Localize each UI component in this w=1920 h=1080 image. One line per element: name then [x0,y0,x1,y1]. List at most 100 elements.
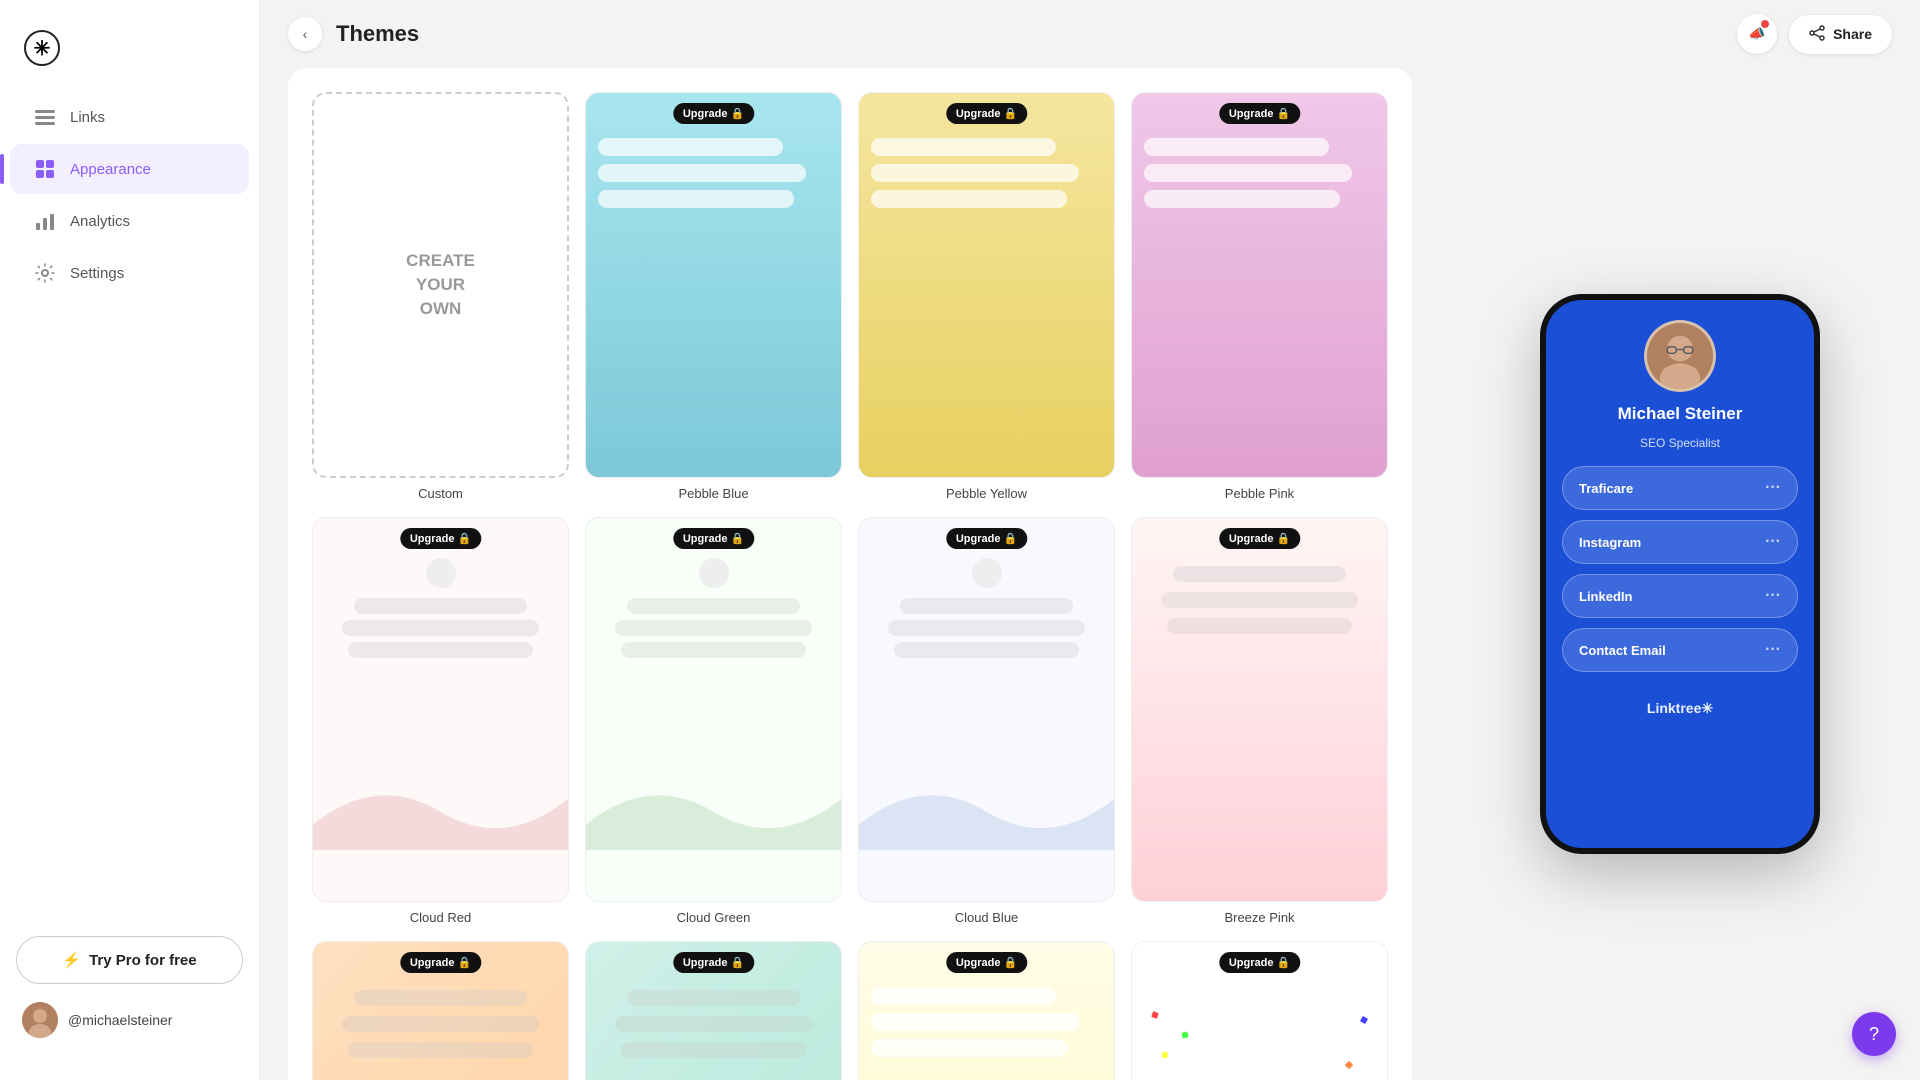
phone-link-traficare[interactable]: Traficare ··· [1562,466,1798,510]
share-label: Share [1833,26,1872,42]
theme-name-breeze-pink: Breeze Pink [1224,910,1294,925]
upgrade-badge-pebble-blue: Upgrade 🔒 [673,103,754,124]
upgrade-badge-cloud-red: Upgrade 🔒 [400,528,481,549]
phone-avatar [1644,320,1716,392]
help-icon: ? [1869,1024,1879,1045]
topbar-right: 📣 Share [1737,14,1892,54]
username-label: @michaelsteiner [68,1012,172,1028]
theme-preview-cloud-green: Upgrade 🔒 [585,517,842,903]
theme-card-breeze-pink[interactable]: Upgrade 🔒 Breeze Pink [1131,517,1388,926]
upgrade-badge-rainbow: Upgrade 🔒 [946,952,1027,973]
topbar: ‹ Themes 📣 Share [260,0,1920,68]
sidebar-nav: Links Appearance [0,90,259,920]
theme-card-rainbow[interactable]: Upgrade 🔒 Rainbow [858,941,1115,1080]
sidebar-label-analytics: Analytics [70,213,130,230]
sidebar-item-appearance[interactable]: Appearance [10,144,249,194]
sidebar-item-settings[interactable]: Settings [10,248,249,298]
theme-card-breeze-orange[interactable]: Upgrade 🔒 Breeze Orange [312,941,569,1080]
upgrade-badge-cloud-blue: Upgrade 🔒 [946,528,1027,549]
phone-mockup: Michael Steiner SEO Specialist Traficare… [1540,294,1820,854]
themes-grid: CREATEYOUROWN Custom Upgrade 🔒 Pebb [288,68,1412,1080]
upgrade-badge-cloud-green: Upgrade 🔒 [673,528,754,549]
app-logo: ✳ [24,30,60,66]
sidebar-item-analytics[interactable]: Analytics [10,196,249,246]
phone-link-instagram[interactable]: Instagram ··· [1562,520,1798,564]
user-info: @michaelsteiner [16,996,243,1044]
theme-name-pebble-pink: Pebble Pink [1225,486,1294,501]
theme-name-pebble-yellow: Pebble Yellow [946,486,1027,501]
sidebar-label-settings: Settings [70,265,124,282]
back-button[interactable]: ‹ [288,17,322,51]
sidebar: ✳ Links Appearan [0,0,260,1080]
theme-card-cloud-blue[interactable]: Upgrade 🔒 Cloud Blu [858,517,1115,926]
theme-preview-pebble-pink: Upgrade 🔒 [1131,92,1388,478]
notification-button[interactable]: 📣 [1737,14,1777,54]
phone-footer: Linktree✳ [1647,700,1713,717]
theme-card-pebble-yellow[interactable]: Upgrade 🔒 Pebble Yellow [858,92,1115,501]
links-icon [34,106,56,128]
sidebar-label-appearance: Appearance [70,161,151,178]
phone-link-linkedin[interactable]: LinkedIn ··· [1562,574,1798,618]
theme-card-cloud-green[interactable]: Upgrade 🔒 Cloud Gre [585,517,842,926]
phone-profile-name: Michael Steiner [1618,404,1743,424]
theme-name-cloud-green: Cloud Green [677,910,751,925]
upgrade-badge-pebble-yellow: Upgrade 🔒 [946,103,1027,124]
theme-preview-rainbow: Upgrade 🔒 [858,941,1115,1080]
upgrade-badge-confetti: Upgrade 🔒 [1219,952,1300,973]
notification-dot [1761,20,1769,28]
phone-panel: Michael Steiner SEO Specialist Traficare… [1440,68,1920,1080]
link-dots-linkedin: ··· [1765,587,1781,605]
theme-name-cloud-blue: Cloud Blue [955,910,1019,925]
theme-name-cloud-red: Cloud Red [410,910,471,925]
theme-card-confetti[interactable]: Upgrade 🔒 [1131,941,1388,1080]
theme-card-breeze-green[interactable]: Upgrade 🔒 Breeze Green [585,941,842,1080]
theme-card-custom[interactable]: CREATEYOUROWN Custom [312,92,569,501]
share-icon [1809,25,1825,44]
phone-profile-subtitle: SEO Specialist [1640,436,1720,450]
link-dots-instagram: ··· [1765,533,1781,551]
upgrade-badge-breeze-orange: Upgrade 🔒 [400,952,481,973]
share-button[interactable]: Share [1789,15,1892,54]
sidebar-bottom: ⚡ Try Pro for free @michaelsteiner [0,920,259,1060]
link-label-traficare: Traficare [1579,481,1633,496]
topbar-left: ‹ Themes [288,17,419,51]
link-dots-traficare: ··· [1765,479,1781,497]
avatar [22,1002,58,1038]
theme-preview-cloud-red: Upgrade 🔒 [312,517,569,903]
link-label-linkedin: LinkedIn [1579,589,1632,604]
theme-preview-breeze-orange: Upgrade 🔒 [312,941,569,1080]
link-label-instagram: Instagram [1579,535,1641,550]
theme-name-custom: Custom [418,486,463,501]
themes-container: CREATEYOUROWN Custom Upgrade 🔒 Pebb [260,68,1440,1080]
sidebar-label-links: Links [70,109,105,126]
sidebar-item-links[interactable]: Links [10,92,249,142]
theme-preview-pebble-blue: Upgrade 🔒 [585,92,842,478]
main-area: ‹ Themes 📣 Share [260,0,1920,1080]
link-label-contact-email: Contact Email [1579,643,1666,658]
theme-card-pebble-pink[interactable]: Upgrade 🔒 Pebble Pink [1131,92,1388,501]
upgrade-badge-pebble-pink: Upgrade 🔒 [1219,103,1300,124]
try-pro-label: Try Pro for free [89,952,197,969]
try-pro-button[interactable]: ⚡ Try Pro for free [16,936,243,984]
create-own-text: CREATEYOUROWN [406,249,475,320]
theme-card-cloud-red[interactable]: Upgrade 🔒 Cloud Red [312,517,569,926]
theme-preview-cloud-blue: Upgrade 🔒 [858,517,1115,903]
theme-preview-confetti: Upgrade 🔒 [1131,941,1388,1080]
sidebar-logo: ✳ [0,20,259,90]
megaphone-icon: 📣 [1749,26,1766,42]
lightning-icon: ⚡ [62,951,81,969]
page-title: Themes [336,21,419,47]
theme-preview-pebble-yellow: Upgrade 🔒 [858,92,1115,478]
theme-card-pebble-blue[interactable]: Upgrade 🔒 Pebble Blue [585,92,842,501]
phone-link-contact-email[interactable]: Contact Email ··· [1562,628,1798,672]
upgrade-badge-breeze-pink: Upgrade 🔒 [1219,528,1300,549]
analytics-icon [34,210,56,232]
theme-preview-breeze-pink: Upgrade 🔒 [1131,517,1388,903]
appearance-icon [34,158,56,180]
theme-name-pebble-blue: Pebble Blue [678,486,748,501]
link-dots-contact-email: ··· [1765,641,1781,659]
help-button[interactable]: ? [1852,1012,1896,1056]
settings-icon [34,262,56,284]
phone-inner: Michael Steiner SEO Specialist Traficare… [1562,320,1798,717]
chevron-left-icon: ‹ [303,26,308,42]
